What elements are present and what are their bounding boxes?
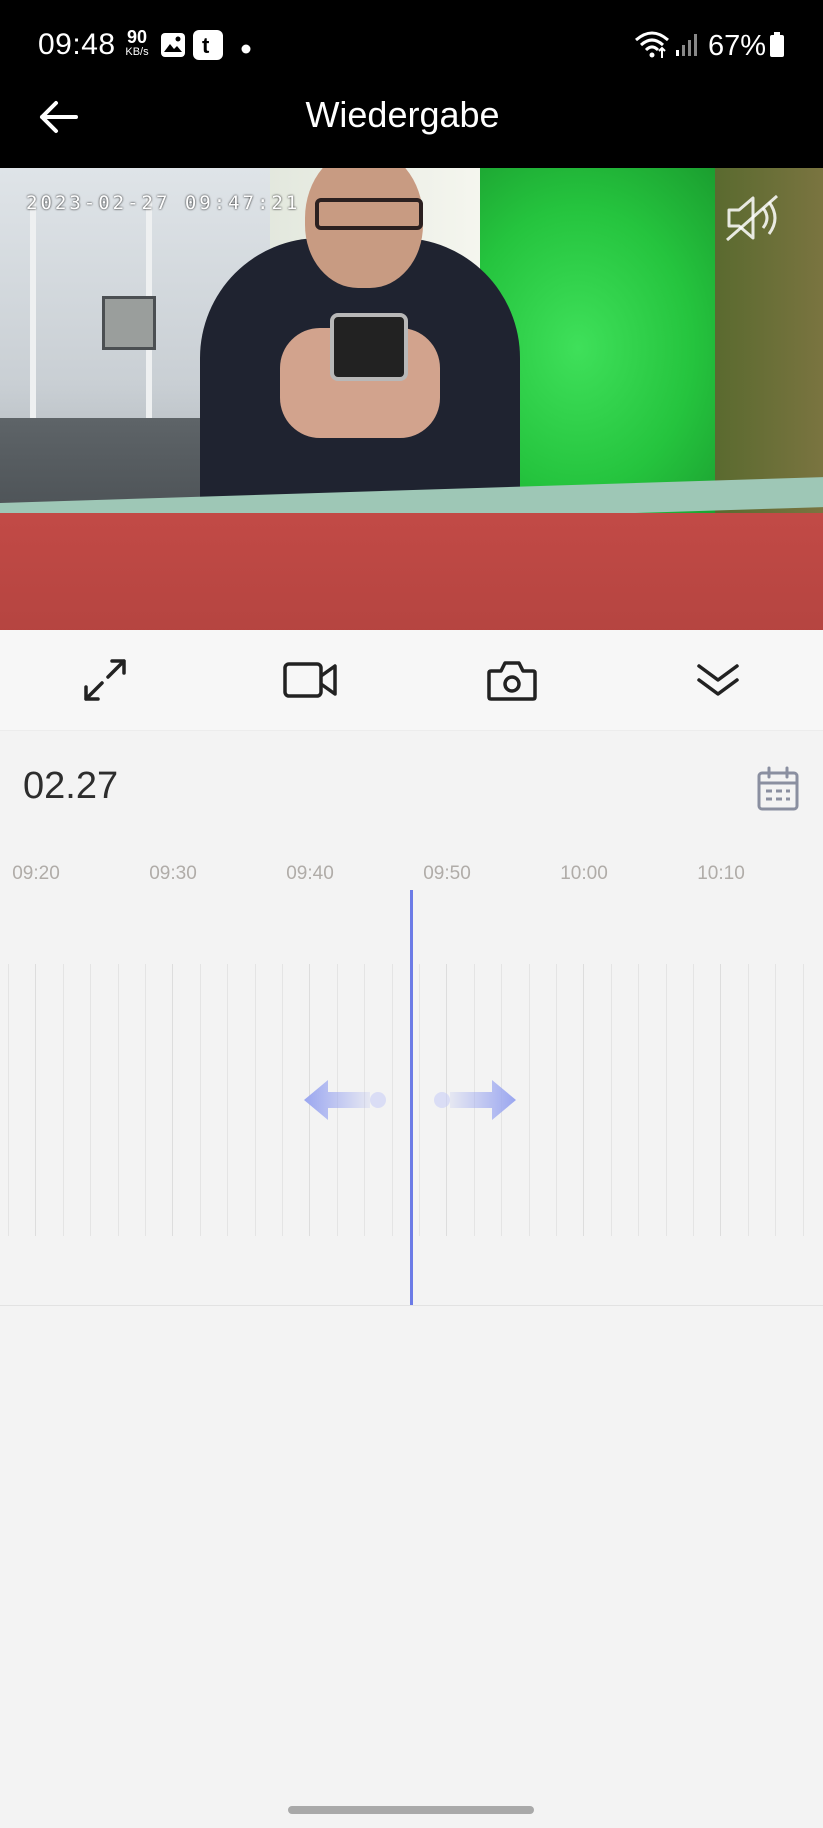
snapshot-button[interactable] xyxy=(484,655,540,705)
expand-icon xyxy=(84,659,126,701)
timeline-cursor[interactable] xyxy=(410,890,413,1306)
video-player[interactable]: 2023-02-27 09:47:21 xyxy=(0,168,823,630)
tumblr-icon: t xyxy=(193,30,223,65)
signal-icon xyxy=(674,32,700,63)
timeline-tick xyxy=(145,964,146,1236)
timeline-label: 09:50 xyxy=(423,863,471,884)
video-scene-lamp xyxy=(102,296,156,350)
timeline-label: 09:20 xyxy=(12,863,60,884)
collapse-button[interactable] xyxy=(690,655,746,705)
status-bar: 09:48 90 KB/s t 67% xyxy=(0,0,823,92)
video-camera-icon xyxy=(283,662,337,698)
net-speed-unit: KB/s xyxy=(125,46,149,58)
video-scene-table xyxy=(0,513,823,630)
timeline-tick xyxy=(529,964,530,1236)
swipe-left-arrow-icon xyxy=(300,1076,390,1124)
double-chevron-down-icon xyxy=(697,664,739,696)
timeline-tick xyxy=(90,964,91,1236)
calendar-icon xyxy=(757,766,799,811)
speaker-muted-icon xyxy=(726,194,778,242)
page-title: Wiedergabe xyxy=(305,94,500,135)
timeline-tick xyxy=(748,964,749,1236)
timeline-tick xyxy=(255,964,256,1236)
timeline-label: 09:30 xyxy=(149,863,197,884)
home-indicator[interactable] xyxy=(288,1806,534,1814)
timeline-tick xyxy=(556,964,557,1236)
swipe-right-arrow-icon xyxy=(430,1076,520,1124)
timeline-label: 10:10 xyxy=(697,863,745,884)
timeline-tick xyxy=(282,964,283,1236)
video-scene-phone xyxy=(330,313,408,381)
timeline-tick xyxy=(35,964,36,1236)
timeline-tick xyxy=(611,964,612,1236)
timeline-tick xyxy=(775,964,776,1236)
timeline-tick xyxy=(392,964,393,1236)
video-timestamp-overlay: 2023-02-27 09:47:21 xyxy=(26,192,301,214)
gallery-icon xyxy=(160,32,186,63)
timeline-labels: 09:20 09:30 09:40 09:50 10:00 10:10 xyxy=(0,840,823,884)
timeline-tick xyxy=(200,964,201,1236)
player-controls xyxy=(0,630,823,731)
camera-icon xyxy=(487,661,537,701)
timeline-tick xyxy=(693,964,694,1236)
timeline-label: 09:40 xyxy=(286,863,334,884)
record-button[interactable] xyxy=(282,655,338,705)
timeline-tick xyxy=(583,964,584,1236)
timeline-tick xyxy=(227,964,228,1236)
timeline-label: 10:00 xyxy=(560,863,608,884)
timeline-divider xyxy=(0,1305,823,1306)
status-time: 09:48 xyxy=(38,28,116,61)
timeline-tick xyxy=(118,964,119,1236)
timeline[interactable]: 09:20 09:30 09:40 09:50 10:00 10:10 xyxy=(0,840,823,1306)
video-scene-glasses xyxy=(315,198,423,230)
timeline-tick xyxy=(638,964,639,1236)
wifi-icon xyxy=(634,30,670,65)
timeline-tick xyxy=(720,964,721,1236)
dot-icon xyxy=(241,41,251,59)
selected-date: 02.27 xyxy=(23,765,119,807)
timeline-tick xyxy=(666,964,667,1236)
timeline-tick xyxy=(419,964,420,1236)
timeline-tick xyxy=(803,964,804,1236)
battery-percent: 67% xyxy=(708,30,767,62)
timeline-tick xyxy=(172,964,173,1236)
timeline-tick xyxy=(63,964,64,1236)
app-bar: Wiedergabe xyxy=(0,92,823,168)
net-speed: 90 KB/s xyxy=(121,28,153,58)
calendar-button[interactable] xyxy=(756,766,800,812)
fullscreen-button[interactable] xyxy=(77,655,133,705)
mute-button[interactable] xyxy=(723,192,783,244)
svg-text:t: t xyxy=(202,33,210,58)
battery-icon xyxy=(769,32,785,63)
timeline-tick xyxy=(8,964,9,1236)
net-speed-value: 90 xyxy=(126,27,148,47)
